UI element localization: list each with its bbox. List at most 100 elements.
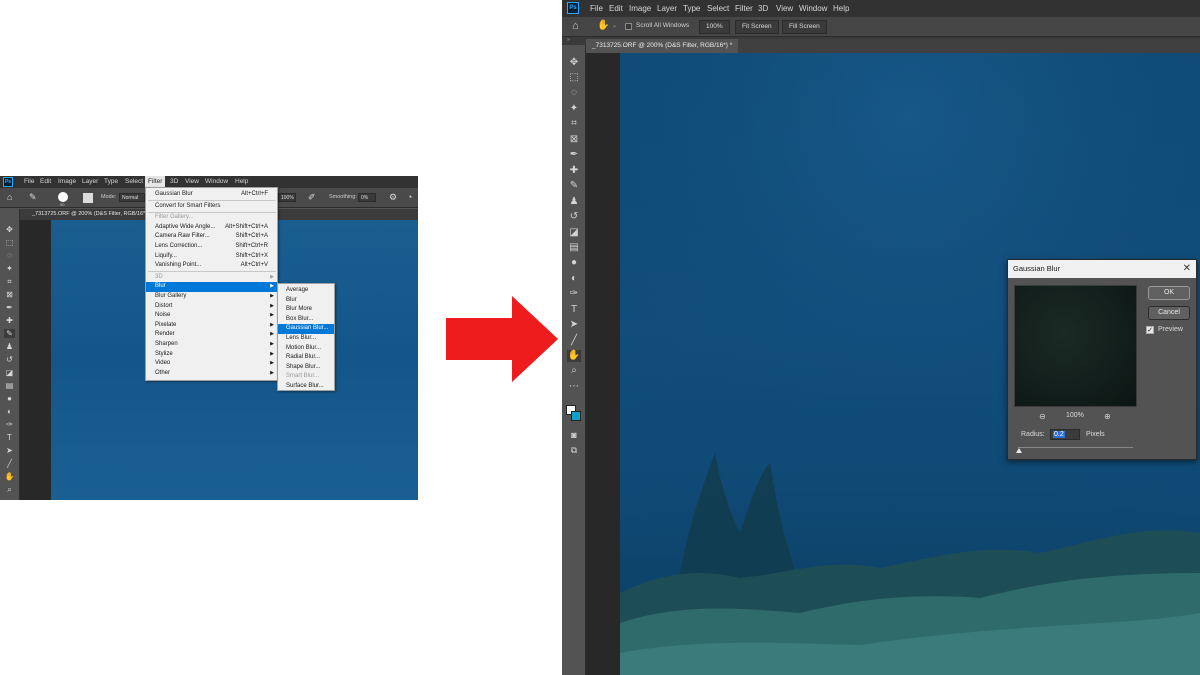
mode-select[interactable]: Normal bbox=[119, 193, 145, 202]
hand-tool-icon[interactable]: ✋ bbox=[567, 350, 581, 362]
pen-tool-icon[interactable]: ✑ bbox=[567, 288, 581, 300]
flow-input[interactable]: 100% bbox=[278, 193, 296, 202]
history-brush-icon[interactable]: ↺ bbox=[567, 211, 581, 223]
chevron-down-icon[interactable]: ⌄ bbox=[612, 22, 617, 29]
line-tool-icon[interactable]: ╱ bbox=[4, 459, 15, 468]
menu-edit[interactable]: Edit bbox=[609, 0, 623, 17]
close-icon[interactable]: ✕ bbox=[1183, 260, 1191, 278]
eyedropper-tool-icon[interactable]: ✒ bbox=[567, 149, 581, 161]
radius-slider-track[interactable] bbox=[1018, 447, 1133, 448]
stamp-tool-icon[interactable]: ♟ bbox=[567, 196, 581, 208]
screen-mode-icon[interactable]: ⧉ bbox=[567, 444, 581, 456]
preview-checkbox[interactable]: ✓ bbox=[1146, 326, 1154, 334]
filter-menu-item[interactable]: Gaussian Blur Alt+Ctrl+F bbox=[146, 190, 277, 200]
menu-file[interactable]: File bbox=[21, 176, 37, 188]
menu-filter[interactable]: Filter bbox=[735, 0, 753, 17]
filter-menu-item[interactable]: Adaptive Wide Angle... Alt+Shift+Ctrl+A bbox=[146, 223, 277, 233]
blur-tool-icon[interactable]: ● bbox=[4, 394, 15, 403]
blur-submenu-item[interactable]: Motion Blur... bbox=[278, 344, 334, 354]
zoom-tool-icon[interactable]: ⌕ bbox=[4, 485, 15, 494]
crop-tool-icon[interactable]: ⌗ bbox=[567, 118, 581, 130]
gradient-tool-icon[interactable]: ▤ bbox=[4, 381, 15, 390]
filter-menu-item[interactable]: Blur Gallery ▶ bbox=[146, 292, 277, 302]
brush-panel-icon[interactable] bbox=[83, 193, 93, 203]
menu-help[interactable]: Help bbox=[833, 0, 849, 17]
pen-tool-icon[interactable]: ✑ bbox=[4, 420, 15, 429]
background-color-swatch[interactable] bbox=[571, 411, 581, 421]
fit-screen-button[interactable]: Fit Screen bbox=[735, 20, 779, 34]
document-tab[interactable]: _7313725.ORF @ 200% (D&S Filter, RGB/16*… bbox=[586, 39, 739, 53]
blur-submenu-item[interactable]: Radial Blur... bbox=[278, 353, 334, 363]
menu-select[interactable]: Select bbox=[707, 0, 729, 17]
frame-tool-icon[interactable]: ⊠ bbox=[567, 134, 581, 146]
home-icon[interactable]: ⌂ bbox=[572, 20, 579, 32]
filter-menu-item[interactable]: Pixelate ▶ bbox=[146, 321, 277, 331]
smoothing-input[interactable]: 0% bbox=[358, 193, 376, 202]
line-tool-icon[interactable]: ╱ bbox=[567, 335, 581, 347]
scroll-all-checkbox[interactable] bbox=[625, 23, 632, 30]
filter-menu-item[interactable]: Stylize ▶ bbox=[146, 350, 277, 360]
healing-tool-icon[interactable]: ✚ bbox=[567, 165, 581, 177]
blur-tool-icon[interactable]: ● bbox=[567, 257, 581, 269]
filter-menu-item[interactable]: Lens Correction... Shift+Ctrl+R bbox=[146, 242, 277, 252]
filter-menu-item[interactable]: Liquify... Shift+Ctrl+X bbox=[146, 252, 277, 262]
quick-select-tool-icon[interactable]: ✦ bbox=[567, 103, 581, 115]
path-select-tool-icon[interactable]: ➤ bbox=[567, 319, 581, 331]
home-icon[interactable]: ⌂ bbox=[7, 193, 12, 202]
dodge-tool-icon[interactable]: ◐ bbox=[567, 273, 581, 285]
menu-select[interactable]: Select bbox=[122, 176, 146, 188]
filter-menu-item[interactable]: Distort ▶ bbox=[146, 302, 277, 312]
move-tool-icon[interactable]: ✥ bbox=[567, 57, 581, 69]
ok-button[interactable]: OK bbox=[1148, 286, 1190, 300]
brush-tool-icon[interactable]: ✎ bbox=[29, 193, 37, 202]
radius-input[interactable]: 0.2 bbox=[1050, 429, 1080, 440]
marquee-tool-icon[interactable]: ⬚ bbox=[567, 72, 581, 84]
menu-image[interactable]: Image bbox=[629, 0, 651, 17]
filter-menu-item[interactable]: Other ▶ bbox=[146, 369, 277, 379]
quick-mask-icon[interactable]: ◙ bbox=[567, 429, 581, 441]
menu-layer[interactable]: Layer bbox=[79, 176, 101, 188]
filter-menu-item[interactable]: Noise ▶ bbox=[146, 311, 277, 321]
zoom-tool-icon[interactable]: ⌕ bbox=[567, 365, 581, 377]
blur-submenu-item[interactable]: Average bbox=[278, 286, 334, 296]
brush-preset-icon[interactable] bbox=[58, 192, 68, 202]
quick-select-tool-icon[interactable]: ✦ bbox=[4, 264, 15, 273]
radius-value[interactable]: 0.2 bbox=[1053, 431, 1065, 438]
double-chevron-icon[interactable]: » bbox=[567, 37, 570, 43]
blur-submenu-item[interactable]: Smart Blur... bbox=[278, 372, 334, 382]
filter-menu-item[interactable]: Filter Gallery... bbox=[146, 213, 277, 223]
marquee-tool-icon[interactable]: ⬚ bbox=[4, 238, 15, 247]
filter-menu-item[interactable]: Sharpen ▶ bbox=[146, 340, 277, 350]
brush-tool-icon[interactable]: ✎ bbox=[4, 329, 15, 338]
menu-window[interactable]: Window bbox=[799, 0, 827, 17]
cancel-button[interactable]: Cancel bbox=[1148, 306, 1190, 320]
zoom-100-button[interactable]: 100% bbox=[699, 20, 730, 34]
lasso-tool-icon[interactable]: ◌ bbox=[4, 251, 15, 260]
path-select-tool-icon[interactable]: ➤ bbox=[4, 446, 15, 455]
blur-submenu-item[interactable]: Gaussian Blur... bbox=[278, 324, 334, 334]
filter-menu-item[interactable]: 3D ▶ bbox=[146, 273, 277, 283]
menu-file[interactable]: File bbox=[590, 0, 603, 17]
document-tab[interactable]: _7313725.ORF @ 200% (D&S Filter, RGB/16*… bbox=[32, 211, 151, 217]
menu-image[interactable]: Image bbox=[55, 176, 79, 188]
filter-menu-item[interactable]: Blur ▶ bbox=[146, 282, 277, 292]
radius-slider-thumb[interactable] bbox=[1016, 448, 1022, 453]
filter-menu-item[interactable]: Convert for Smart Filters bbox=[146, 202, 277, 212]
fill-screen-button[interactable]: Fill Screen bbox=[782, 20, 827, 34]
dodge-tool-icon[interactable]: ◐ bbox=[4, 407, 15, 416]
zoom-out-icon[interactable]: ⊖ bbox=[1039, 412, 1046, 421]
eraser-tool-icon[interactable]: ◪ bbox=[4, 368, 15, 377]
zoom-in-icon[interactable]: ⊕ bbox=[1104, 412, 1111, 421]
menu-edit[interactable]: Edit bbox=[37, 176, 54, 188]
eyedropper-tool-icon[interactable]: ✒ bbox=[4, 303, 15, 312]
crop-tool-icon[interactable]: ⌗ bbox=[4, 277, 15, 286]
lasso-tool-icon[interactable]: ◌ bbox=[567, 87, 581, 99]
move-tool-icon[interactable]: ✥ bbox=[4, 225, 15, 234]
filter-menu-item[interactable]: Vanishing Point... Alt+Ctrl+V bbox=[146, 261, 277, 271]
more-tools-icon[interactable]: ⋯ bbox=[567, 381, 581, 393]
blur-submenu-item[interactable]: Blur More bbox=[278, 305, 334, 315]
eraser-tool-icon[interactable]: ◪ bbox=[567, 227, 581, 239]
gear-icon[interactable]: ⚙ bbox=[389, 192, 397, 203]
blur-submenu-item[interactable]: Box Blur... bbox=[278, 315, 334, 325]
hand-tool-icon[interactable]: ✋ bbox=[4, 472, 15, 481]
